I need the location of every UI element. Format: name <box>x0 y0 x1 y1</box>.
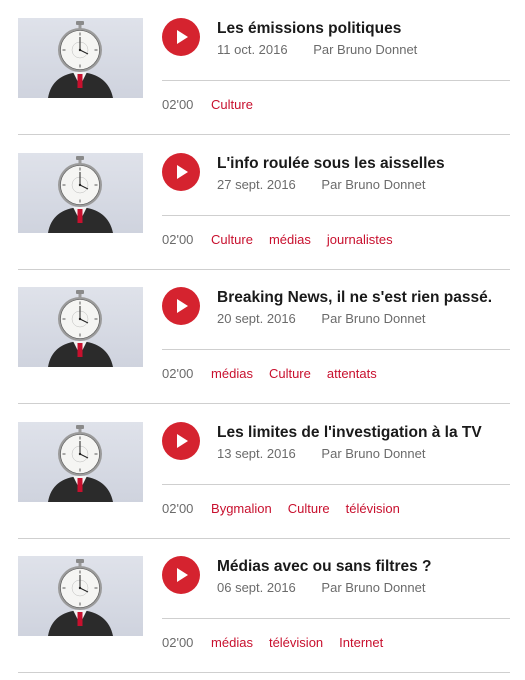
episode-meta: 27 sept. 2016 Par Bruno Donnet <box>217 177 426 192</box>
episode-author: Par Bruno Donnet <box>321 176 426 192</box>
tag-link[interactable]: Culture <box>211 97 253 112</box>
stopwatch-head-man-icon <box>48 424 113 502</box>
episode-item: Médias avec ou sans filtres ? 06 sept. 2… <box>0 538 525 673</box>
play-button[interactable] <box>162 421 200 460</box>
tag-list: Bygmalion Culture télévision <box>211 501 416 516</box>
stopwatch-head-man-icon <box>48 155 113 233</box>
tag-list: Culture médias journalistes <box>211 232 409 247</box>
stopwatch-head-man-icon <box>48 21 113 98</box>
episode-item: Breaking News, il ne s'est rien passé. 2… <box>0 269 525 404</box>
divider <box>162 80 510 81</box>
divider <box>162 349 510 350</box>
episode-date: 27 sept. 2016 <box>217 176 296 192</box>
episode-meta: 11 oct. 2016 Par Bruno Donnet <box>217 42 417 57</box>
episode-duration: 02'00 <box>162 635 194 650</box>
episode-thumbnail[interactable] <box>18 421 143 502</box>
play-button[interactable] <box>162 556 200 594</box>
episode-footer: 02'00 Bygmalion Culture télévision <box>162 501 416 516</box>
episode-footer: 02'00 médias télévision Internet <box>162 635 399 650</box>
tag-link[interactable]: Bygmalion <box>211 501 272 516</box>
episode-duration: 02'00 <box>162 500 194 516</box>
tag-list: médias Culture attentats <box>211 366 393 381</box>
tag-link[interactable]: télévision <box>346 501 400 516</box>
tag-list: Culture <box>211 97 269 112</box>
tag-link[interactable]: Culture <box>269 366 311 381</box>
episode-thumbnail[interactable] <box>18 152 143 233</box>
episode-title[interactable]: Breaking News, il ne s'est rien passé. <box>217 289 517 307</box>
episode-thumbnail[interactable] <box>18 556 143 636</box>
episode-item: Les émissions politiques 11 oct. 2016 Pa… <box>0 0 525 135</box>
episode-meta: 06 sept. 2016 Par Bruno Donnet <box>217 580 426 595</box>
episode-duration: 02'00 <box>162 366 194 381</box>
tag-link[interactable]: attentats <box>327 366 377 381</box>
episode-duration: 02'00 <box>162 231 194 247</box>
episode-author: Par Bruno Donnet <box>321 311 426 326</box>
episode-title[interactable]: Médias avec ou sans filtres ? <box>217 558 517 576</box>
episode-date: 11 oct. 2016 <box>217 42 288 57</box>
tag-list: médias télévision Internet <box>211 635 399 650</box>
divider <box>162 618 510 619</box>
tag-link[interactable]: médias <box>269 232 311 247</box>
episode-author: Par Bruno Donnet <box>321 580 426 595</box>
episode-date: 06 sept. 2016 <box>217 580 296 595</box>
episode-footer: 02'00 médias Culture attentats <box>162 366 393 381</box>
stopwatch-head-man-icon <box>48 290 113 367</box>
episode-title[interactable]: Les émissions politiques <box>217 20 517 38</box>
stopwatch-head-man-icon <box>48 559 113 636</box>
play-button[interactable] <box>162 152 200 191</box>
play-button[interactable] <box>162 18 200 56</box>
tag-link[interactable]: journalistes <box>327 232 393 247</box>
episode-author: Par Bruno Donnet <box>313 42 418 57</box>
episode-separator <box>18 672 510 673</box>
tag-link[interactable]: médias <box>211 366 253 381</box>
episode-duration: 02'00 <box>162 97 194 112</box>
episode-meta: 13 sept. 2016 Par Bruno Donnet <box>217 446 426 461</box>
divider <box>162 483 510 485</box>
tag-link[interactable]: Culture <box>211 232 253 247</box>
episode-date: 20 sept. 2016 <box>217 311 296 326</box>
episode-item: L'info roulée sous les aisselles 27 sept… <box>0 135 525 270</box>
episode-meta: 20 sept. 2016 Par Bruno Donnet <box>217 311 426 326</box>
tag-link[interactable]: Internet <box>339 635 383 650</box>
tag-link[interactable]: Culture <box>288 501 330 516</box>
episode-thumbnail[interactable] <box>18 287 143 367</box>
episode-date: 13 sept. 2016 <box>217 445 296 461</box>
episode-item: Les limites de l'investigation à la TV 1… <box>0 404 525 539</box>
episode-title[interactable]: Les limites de l'investigation à la TV <box>217 424 517 442</box>
tag-link[interactable]: médias <box>211 635 253 650</box>
episode-footer: 02'00 Culture <box>162 97 269 112</box>
episode-thumbnail[interactable] <box>18 18 143 98</box>
episode-author: Par Bruno Donnet <box>321 445 426 461</box>
divider <box>162 214 510 216</box>
episode-footer: 02'00 Culture médias journalistes <box>162 232 409 247</box>
episode-title[interactable]: L'info roulée sous les aisselles <box>217 155 517 173</box>
play-button[interactable] <box>162 287 200 325</box>
tag-link[interactable]: télévision <box>269 635 323 650</box>
